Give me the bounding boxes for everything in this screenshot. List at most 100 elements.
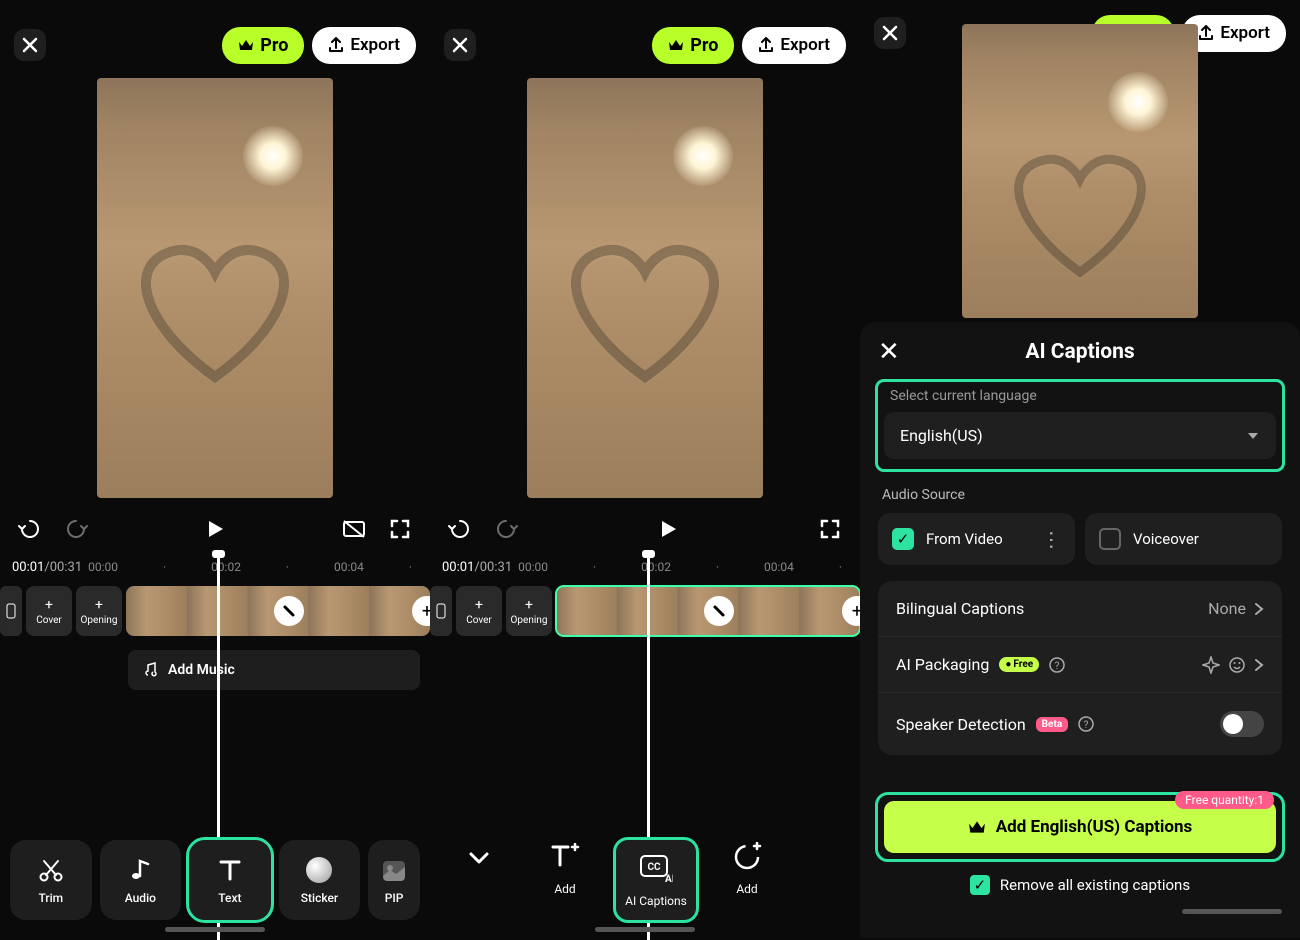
ruler-tick: · <box>286 560 289 574</box>
tool-label: Add <box>736 882 757 896</box>
sheet-header: ✕ AI Captions <box>878 340 1282 364</box>
text-icon <box>217 857 243 883</box>
svg-text:?: ? <box>1055 661 1060 672</box>
total-time: 00:31 <box>50 560 82 575</box>
total-time: 00:31 <box>480 560 512 575</box>
tool-label: Trim <box>38 891 63 905</box>
home-indicator <box>1182 909 1282 914</box>
ai-captions-button[interactable]: CCAI AI Captions <box>616 840 696 920</box>
transition-node[interactable] <box>274 596 304 626</box>
video-clip[interactable]: + <box>126 586 430 636</box>
video-preview[interactable] <box>527 78 763 498</box>
row-label: Speaker Detection <box>896 715 1026 734</box>
sticker-button[interactable]: Sticker <box>279 840 361 920</box>
video-preview[interactable] <box>97 78 333 498</box>
close-button[interactable] <box>14 29 46 61</box>
speaker-detection-row[interactable]: Speaker Detection Beta ? <box>878 693 1282 755</box>
redo-button[interactable] <box>492 515 520 543</box>
audio-button[interactable]: Audio <box>100 840 182 920</box>
add-text-button[interactable]: Add <box>530 840 600 896</box>
speaker-toggle[interactable] <box>1220 711 1264 737</box>
video-clip[interactable]: + <box>556 586 860 636</box>
player-controls <box>0 502 430 552</box>
language-select[interactable]: English(US) <box>884 412 1276 459</box>
tool-label: Sticker <box>301 891 338 905</box>
timeline-layer-tab[interactable] <box>430 586 452 636</box>
crown-icon <box>968 819 986 835</box>
current-time: 00:01 <box>12 560 44 575</box>
pro-label: Pro <box>260 35 288 56</box>
scissors-icon <box>38 857 64 883</box>
upload-icon <box>1198 25 1214 41</box>
ai-packaging-row[interactable]: AI Packaging ●Free ? <box>878 637 1282 693</box>
export-button[interactable]: Export <box>312 27 416 64</box>
cover-button[interactable]: +Cover <box>26 586 72 636</box>
cover-button[interactable]: +Cover <box>456 586 502 636</box>
ruler-tick: 00:02 <box>211 560 241 574</box>
voiceover-chip[interactable]: Voiceover <box>1085 513 1282 565</box>
redo-button[interactable] <box>62 515 90 543</box>
fullscreen-button[interactable] <box>386 515 414 543</box>
info-icon[interactable]: ? <box>1078 716 1094 732</box>
cc-ai-icon: CCAI <box>639 854 673 884</box>
cover-label: Cover <box>36 615 62 626</box>
timeline-layer-tab[interactable] <box>0 586 22 636</box>
sun-glare <box>673 126 733 186</box>
close-button[interactable] <box>874 17 906 49</box>
add-caption-loop-button[interactable]: Add <box>712 840 782 896</box>
quality-button[interactable] <box>340 515 368 543</box>
checkbox-unchecked-icon <box>1099 528 1121 550</box>
audio-source-row: ✓ From Video ⋯ Voiceover <box>878 513 1282 565</box>
export-label: Export <box>780 35 830 55</box>
from-video-chip[interactable]: ✓ From Video ⋯ <box>878 513 1075 565</box>
back-button[interactable] <box>444 840 514 874</box>
pro-button[interactable]: Pro <box>652 27 734 64</box>
transition-node[interactable] <box>704 596 734 626</box>
close-button[interactable] <box>444 29 476 61</box>
add-music-label: Add Music <box>168 662 235 678</box>
more-icon[interactable]: ⋯ <box>1040 530 1064 548</box>
export-button[interactable]: Export <box>742 27 846 64</box>
ruler-tick: · <box>409 560 412 574</box>
free-badge: ●Free <box>999 657 1039 672</box>
language-label: Select current language <box>884 388 1276 412</box>
sheet-title: AI Captions <box>878 340 1282 364</box>
audio-source-label: Audio Source <box>882 487 1282 503</box>
upload-icon <box>758 37 774 53</box>
top-right-actions: Pro Export <box>222 27 416 64</box>
fullscreen-button[interactable] <box>816 515 844 543</box>
opening-button[interactable]: +Opening <box>506 586 552 636</box>
timeline[interactable]: +Cover +Opening + <box>430 582 860 640</box>
cta-label: Add English(US) Captions <box>996 817 1193 837</box>
remove-captions-row[interactable]: ✓ Remove all existing captions <box>878 875 1282 895</box>
text-button[interactable]: Text <box>189 840 271 920</box>
timeline[interactable]: +Cover +Opening + <box>0 582 430 640</box>
editor-panel-step2: Pro Export 00:01/00:31 00:00 <box>430 0 860 938</box>
checkbox-checked-icon: ✓ <box>970 875 990 895</box>
sparkle-icon <box>1202 656 1220 674</box>
play-button[interactable] <box>201 515 229 543</box>
pip-button[interactable]: PIP <box>368 840 420 920</box>
opening-button[interactable]: +Opening <box>76 586 122 636</box>
video-preview[interactable] <box>962 24 1198 318</box>
chevron-right-icon <box>1254 602 1264 616</box>
heart-drawing <box>115 217 315 401</box>
pro-button[interactable]: Pro <box>222 27 304 64</box>
add-music-button[interactable]: Add Music <box>128 650 420 690</box>
undo-button[interactable] <box>446 515 474 543</box>
text-toolbar: Add CCAI AI Captions Add <box>430 840 860 920</box>
undo-button[interactable] <box>16 515 44 543</box>
player-controls <box>430 502 860 552</box>
bottom-toolbar: Trim Audio Text Sticker PIP <box>0 840 430 920</box>
checkbox-checked-icon: ✓ <box>892 528 914 550</box>
chevron-right-icon <box>1254 658 1264 672</box>
play-button[interactable] <box>654 515 682 543</box>
export-label: Export <box>1220 23 1270 43</box>
ruler-tick: 00:04 <box>334 560 364 574</box>
info-icon[interactable]: ? <box>1049 657 1065 673</box>
top-bar: Pro Export <box>430 0 860 78</box>
bilingual-row[interactable]: Bilingual Captions None <box>878 581 1282 637</box>
tool-label: PIP <box>385 891 404 905</box>
sheet-close-button[interactable]: ✕ <box>878 337 900 367</box>
trim-button[interactable]: Trim <box>10 840 92 920</box>
